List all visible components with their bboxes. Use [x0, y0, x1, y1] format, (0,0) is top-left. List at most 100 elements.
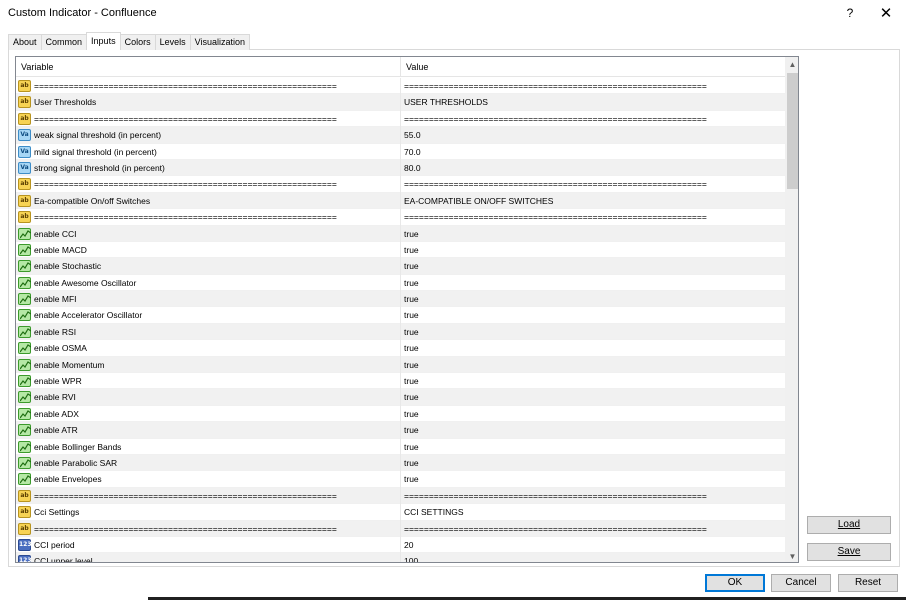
column-divider — [400, 291, 401, 309]
scrollbar-thumb[interactable] — [787, 73, 798, 189]
table-row[interactable]: enable OSMA true — [16, 340, 785, 358]
variable-value[interactable]: 55.0 — [404, 127, 784, 143]
reset-button[interactable]: Reset — [838, 574, 898, 592]
bool-chart-icon — [18, 391, 31, 404]
table-row[interactable]: Va weak signal threshold (in percent) 55.0 — [16, 127, 785, 145]
scroll-down-icon[interactable]: ▼ — [785, 549, 798, 562]
table-row[interactable]: enable Envelopes true — [16, 471, 785, 489]
variable-name: enable OSMA — [34, 343, 87, 354]
column-divider — [400, 225, 401, 243]
variable-name: enable Accelerator Oscillator — [34, 310, 143, 321]
variable-value[interactable]: ========================================… — [404, 488, 784, 504]
variable-value[interactable]: true — [404, 439, 784, 455]
table-row[interactable]: enable Bollinger Bands true — [16, 438, 785, 456]
close-button[interactable]: ✕ — [868, 0, 904, 26]
variable-value[interactable]: true — [404, 422, 784, 438]
table-row[interactable]: enable Accelerator Oscillator true — [16, 307, 785, 325]
tab-about[interactable]: About — [8, 34, 42, 50]
table-row[interactable]: ab ======================================… — [16, 78, 785, 95]
variable-value[interactable]: true — [404, 307, 784, 323]
table-row[interactable]: enable RSI true — [16, 323, 785, 341]
column-header-variable[interactable]: Variable — [16, 57, 401, 77]
variable-value[interactable]: ========================================… — [404, 78, 784, 94]
table-row[interactable]: Va strong signal threshold (in percent) 80… — [16, 159, 785, 177]
table-row[interactable]: enable ADX true — [16, 405, 785, 423]
grid-header: Variable Value — [16, 57, 785, 77]
table-row[interactable]: enable MACD true — [16, 241, 785, 259]
table-row[interactable]: enable Awesome Oscillator true — [16, 274, 785, 292]
variable-value[interactable]: true — [404, 389, 784, 405]
variable-value[interactable]: true — [404, 226, 784, 242]
column-divider — [400, 258, 401, 276]
cancel-button[interactable]: Cancel — [771, 574, 831, 592]
variable-value[interactable]: true — [404, 242, 784, 258]
string-type-icon: ab — [18, 178, 31, 191]
variable-value[interactable]: CCI SETTINGS — [404, 504, 784, 520]
help-button[interactable]: ? — [832, 0, 868, 26]
scroll-up-icon[interactable]: ▲ — [785, 57, 798, 72]
variable-name: enable MACD — [34, 244, 87, 255]
table-row[interactable]: enable WPR true — [16, 373, 785, 391]
variable-name: Cci Settings — [34, 507, 80, 518]
variable-value[interactable]: true — [404, 340, 784, 356]
table-row[interactable]: enable Stochastic true — [16, 258, 785, 276]
string-type-icon: ab — [18, 506, 31, 519]
tab-visualization[interactable]: Visualization — [189, 34, 250, 50]
variable-value[interactable]: ========================================… — [404, 209, 784, 225]
table-row[interactable]: ab ======================================… — [16, 209, 785, 227]
column-divider — [400, 536, 401, 554]
bool-chart-icon — [18, 260, 31, 273]
table-row[interactable]: ab ======================================… — [16, 487, 785, 505]
load-button[interactable]: Load — [807, 516, 891, 534]
table-row[interactable]: enable ATR true — [16, 422, 785, 440]
vertical-scrollbar[interactable]: ▲ ▼ — [785, 57, 798, 562]
variable-value[interactable]: EA-COMPATIBLE ON/OFF SWITCHES — [404, 193, 784, 209]
table-row[interactable]: Va mild signal threshold (in percent) 70.0 — [16, 143, 785, 161]
table-row[interactable]: 123 CCI upper level 100 — [16, 553, 785, 562]
variable-value[interactable]: true — [404, 275, 784, 291]
column-header-value[interactable]: Value — [401, 57, 785, 77]
variable-value[interactable]: true — [404, 471, 784, 487]
table-row[interactable]: ab Cci Settings CCI SETTINGS — [16, 504, 785, 522]
variable-value[interactable]: true — [404, 455, 784, 471]
table-row[interactable]: ab Ea-compatible On/off Switches EA-COMPAT… — [16, 192, 785, 210]
tab-inputs[interactable]: Inputs — [86, 32, 121, 50]
ok-button[interactable]: OK — [705, 574, 765, 592]
string-type-icon: ab — [18, 211, 31, 224]
column-divider — [400, 356, 401, 374]
integer-type-icon: 123 — [18, 538, 32, 551]
variable-value[interactable]: true — [404, 324, 784, 340]
variable-value[interactable]: 70.0 — [404, 144, 784, 160]
table-row[interactable]: ab ======================================… — [16, 176, 785, 194]
variable-value[interactable]: 100 — [404, 553, 784, 562]
load-button-label: Load — [837, 519, 861, 530]
table-row[interactable]: ab ======================================… — [16, 110, 785, 128]
variable-value[interactable]: ========================================… — [404, 521, 784, 537]
tab-colors[interactable]: Colors — [119, 34, 156, 50]
variable-value[interactable]: USER THRESHOLDS — [404, 94, 784, 110]
variable-value[interactable]: true — [404, 258, 784, 274]
variable-value[interactable]: ========================================… — [404, 176, 784, 192]
variable-value[interactable]: 80.0 — [404, 160, 784, 176]
column-divider — [400, 487, 401, 505]
table-row[interactable]: enable RVI true — [16, 389, 785, 407]
column-divider — [400, 274, 401, 292]
variable-value[interactable]: true — [404, 357, 784, 373]
table-row[interactable]: ab ======================================… — [16, 520, 785, 538]
table-row[interactable]: enable Parabolic SAR true — [16, 454, 785, 472]
variable-value[interactable]: true — [404, 291, 784, 307]
string-type-icon: ab — [18, 112, 31, 125]
save-button[interactable]: Save — [807, 543, 891, 561]
table-row[interactable]: enable Momentum true — [16, 356, 785, 374]
variable-value[interactable]: true — [404, 373, 784, 389]
tab-levels[interactable]: Levels — [154, 34, 191, 50]
table-row[interactable]: ab User Thresholds USER THRESHOLDS — [16, 94, 785, 112]
table-row[interactable]: 123 CCI period 20 — [16, 536, 785, 554]
table-row[interactable]: enable MFI true — [16, 291, 785, 309]
variable-value[interactable]: 20 — [404, 537, 784, 553]
column-divider — [400, 504, 401, 522]
variable-value[interactable]: ========================================… — [404, 111, 784, 127]
tab-common[interactable]: Common — [40, 34, 88, 50]
variable-value[interactable]: true — [404, 406, 784, 422]
table-row[interactable]: enable CCI true — [16, 225, 785, 243]
